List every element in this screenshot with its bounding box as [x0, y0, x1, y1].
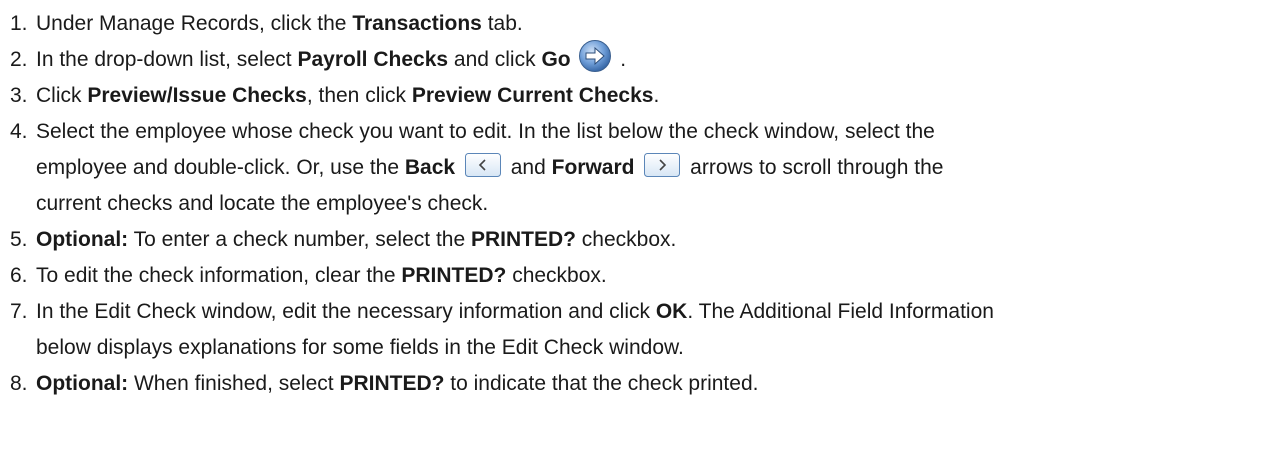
step-2: 2. In the drop-down list, select Payroll… [10, 40, 1281, 78]
transactions-tab-ref: Transactions [352, 12, 482, 35]
step-number: 2. [10, 48, 28, 71]
back-arrow-icon [464, 153, 501, 178]
instruction-list: 1. Under Manage Records, click the Trans… [0, 0, 1281, 402]
step-number: 8. [10, 372, 28, 395]
forward-arrow-icon [644, 153, 681, 178]
step-number: 3. [10, 84, 28, 107]
step-1: 1. Under Manage Records, click the Trans… [10, 6, 1281, 42]
step-number: 5. [10, 228, 28, 251]
step-7: 7. In the Edit Check window, edit the ne… [10, 294, 1281, 366]
step-number: 4. [10, 120, 28, 143]
step-number: 6. [10, 264, 28, 287]
step-3: 3. Click Preview/Issue Checks, then clic… [10, 78, 1281, 114]
step-6: 6. To edit the check information, clear … [10, 258, 1281, 294]
step-5: 5. Optional: To enter a check number, se… [10, 222, 1281, 258]
go-arrow-icon [579, 40, 612, 73]
step-number: 7. [10, 300, 28, 323]
step-number: 1. [10, 12, 28, 35]
step-8: 8. Optional: When finished, select PRINT… [10, 366, 1281, 402]
step-4: 4. Select the employee whose check you w… [10, 114, 1281, 222]
